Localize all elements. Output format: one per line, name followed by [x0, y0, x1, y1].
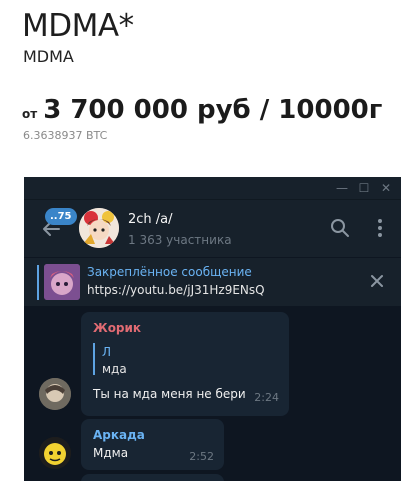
- search-button[interactable]: [329, 217, 351, 239]
- kebab-menu-icon: [378, 219, 382, 237]
- chat-header: ..75 2ch /a/ 1 363 участника: [24, 199, 401, 257]
- message-bubble[interactable]: Аркада Мдма 2:52: [81, 419, 224, 470]
- pinned-close-button[interactable]: [367, 271, 387, 291]
- message-time: 2:24: [254, 391, 279, 404]
- close-icon: [371, 275, 383, 287]
- reply-accent-line: [93, 343, 95, 375]
- maximize-button[interactable]: ☐: [353, 177, 375, 199]
- pinned-title: Закреплённое сообщение: [87, 265, 252, 279]
- pinned-message-bar[interactable]: Закреплённое сообщение https://youtu.be/…: [24, 257, 401, 306]
- message-text: Мдма: [93, 446, 129, 460]
- chat-avatar[interactable]: [79, 208, 119, 248]
- more-menu-button[interactable]: [375, 217, 385, 239]
- price-btc: 6.3638937 BTC: [23, 129, 108, 142]
- chat-members-count: 1 363 участника: [128, 233, 232, 247]
- pinned-thumbnail: [44, 264, 80, 300]
- price-main: 3 700 000 руб / 10000г: [43, 95, 383, 125]
- product-title: MDMA*: [22, 8, 134, 44]
- anime-avatar-icon: [79, 208, 119, 248]
- user-avatar-icon: [39, 378, 71, 410]
- message-sender[interactable]: Аркада: [93, 428, 145, 442]
- pinned-image-icon: [44, 264, 80, 300]
- unread-badge: ..75: [45, 208, 77, 225]
- telegram-window: — ☐ ✕ ..75 2ch /a/ 1 363 участника Закре…: [24, 177, 401, 481]
- message-sender[interactable]: Жорик: [93, 321, 141, 335]
- message-bubble-partial: [81, 474, 224, 481]
- user-avatar-icon: [39, 437, 71, 469]
- search-icon: [331, 219, 349, 237]
- pinned-accent-line: [37, 265, 39, 300]
- message-bubble[interactable]: Жорик Л мда Ты на мда меня не бери 2:24: [81, 312, 289, 416]
- message-time: 2:52: [189, 450, 214, 463]
- chat-name[interactable]: 2ch /a/: [128, 212, 173, 227]
- window-titlebar: — ☐ ✕: [24, 177, 401, 199]
- reply-text[interactable]: мда: [102, 362, 127, 376]
- user-avatar[interactable]: [39, 437, 71, 469]
- user-avatar[interactable]: [39, 378, 71, 410]
- close-window-button[interactable]: ✕: [375, 177, 397, 199]
- reply-sender[interactable]: Л: [102, 345, 111, 359]
- pinned-link[interactable]: https://youtu.be/jJ31Hz9ENsQ: [87, 283, 265, 297]
- price-row: от 3 700 000 руб / 10000г: [22, 95, 382, 125]
- minimize-button[interactable]: —: [331, 177, 353, 199]
- product-subtitle: MDMA: [23, 47, 74, 66]
- message-text: Ты на мда меня не бери: [93, 387, 246, 401]
- price-prefix: от: [22, 107, 38, 121]
